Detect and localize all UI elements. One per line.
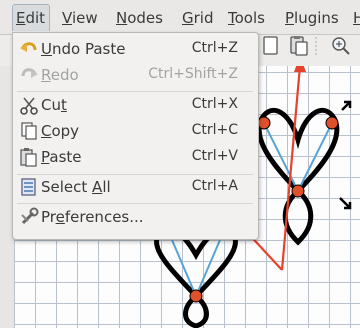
menu-item-paste[interactable]: Paste Ctrl+V [13, 144, 258, 170]
menu-nodes[interactable]: Nodes [116, 9, 163, 27]
menu-view[interactable]: View [62, 9, 98, 27]
scissors-icon [19, 95, 39, 115]
toolbar-separator [312, 35, 320, 57]
paste-toolbar-icon[interactable] [288, 35, 310, 57]
menu-item-undo[interactable]: Undo Paste Ctrl+Z [13, 36, 258, 62]
edit-menu: Undo Paste Ctrl+Z Redo Ctrl+Shift+Z Cut … [12, 32, 259, 240]
menu-item-redo: Redo Ctrl+Shift+Z [13, 62, 258, 88]
menu-edit[interactable]: Edit [12, 4, 51, 31]
preferences-icon [19, 207, 39, 227]
menu-item-preferences[interactable]: Preferences... [13, 204, 258, 230]
copy-toolbar-icon[interactable] [260, 35, 282, 57]
menu-item-copy[interactable]: Copy Ctrl+C [13, 118, 258, 144]
menu-item-select-all[interactable]: Select All Ctrl+A [13, 174, 258, 200]
select-all-icon [19, 177, 39, 197]
zoom-icon[interactable] [330, 35, 352, 57]
undo-icon [19, 39, 39, 59]
copy-icon [19, 121, 39, 141]
menu-grid[interactable]: Grid [182, 9, 213, 27]
menu-item-cut[interactable]: Cut Ctrl+X [13, 92, 258, 118]
menubar: Edit View Nodes Grid Tools Plugins H [0, 0, 360, 35]
menu-help[interactable]: H [353, 9, 360, 27]
menu-tools[interactable]: Tools [228, 9, 265, 27]
redo-icon [19, 65, 39, 85]
menu-plugins[interactable]: Plugins [285, 9, 339, 27]
paste-icon [19, 147, 39, 167]
